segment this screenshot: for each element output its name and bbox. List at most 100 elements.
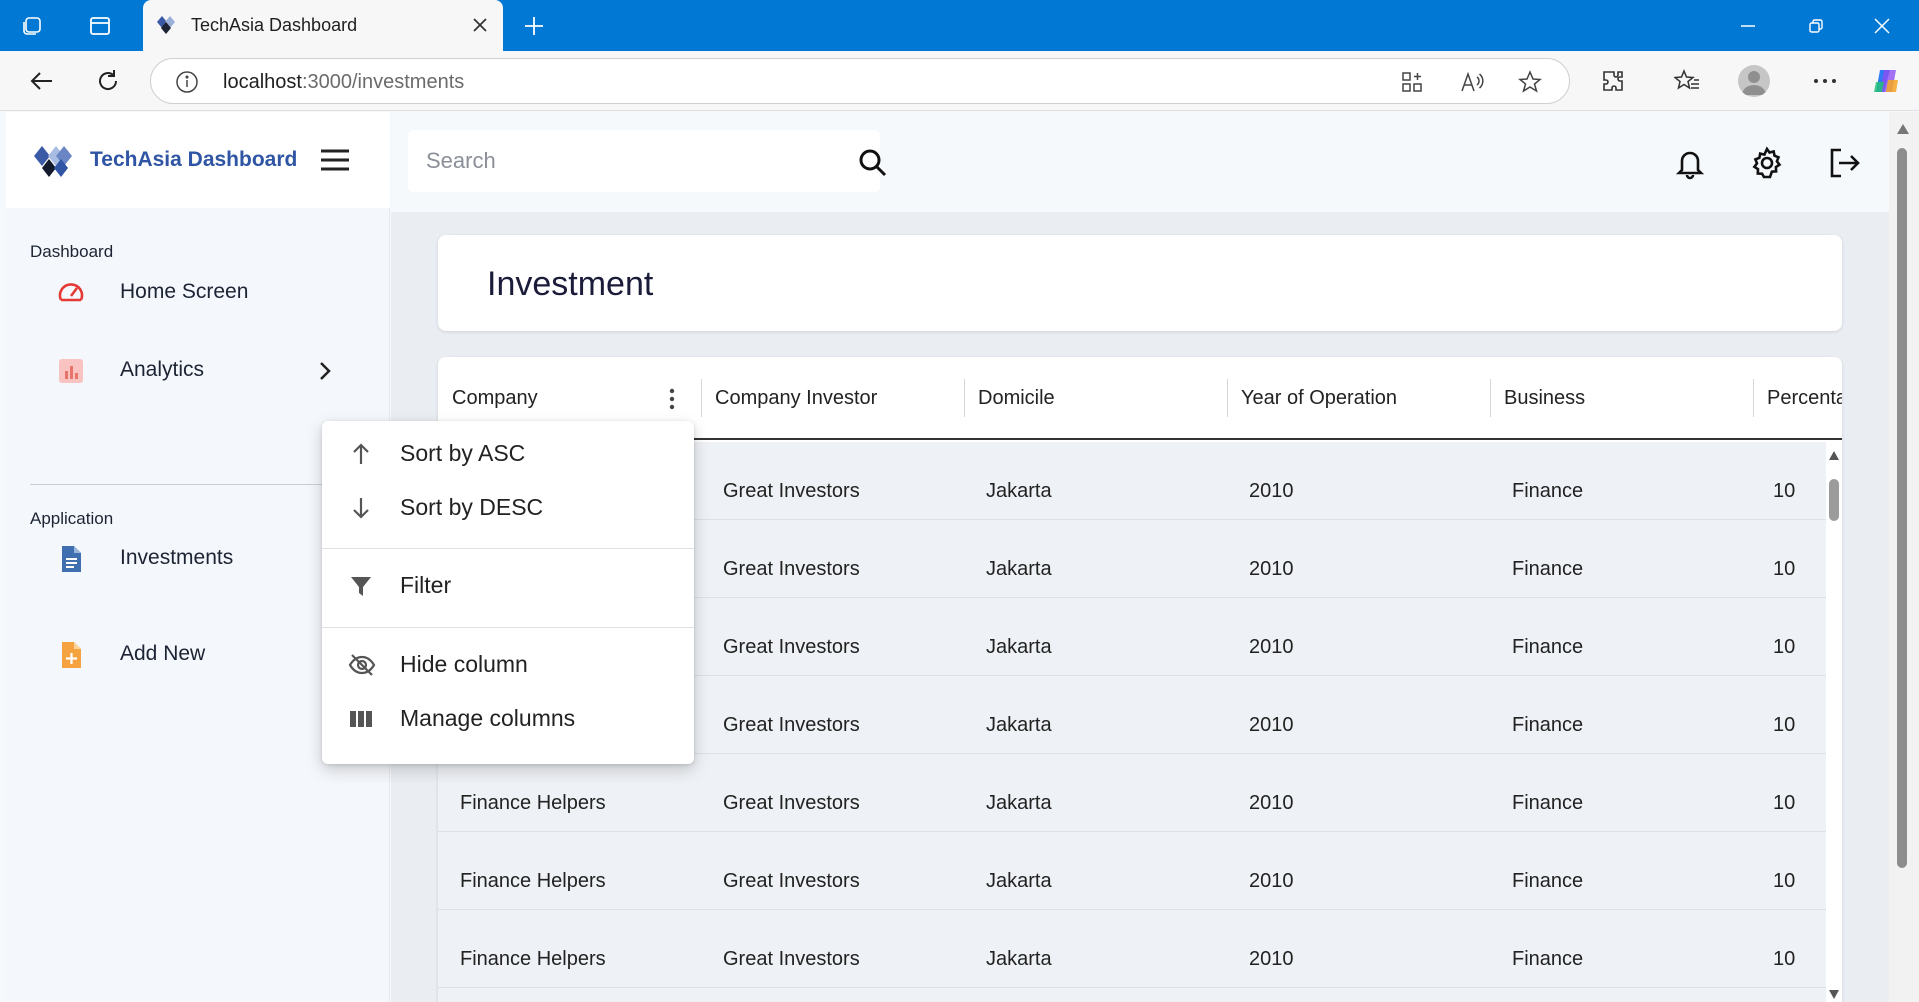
tab-actions-icon[interactable] <box>86 12 114 40</box>
column-separator[interactable] <box>1227 379 1228 417</box>
column-header-domicile[interactable]: Domicile <box>978 387 1055 410</box>
cell-business: Finance <box>1512 480 1584 502</box>
scroll-down-arrow-icon[interactable] <box>1828 987 1840 999</box>
profile-avatar[interactable] <box>1738 65 1770 97</box>
techasia-logo-icon <box>32 140 74 182</box>
column-header-business[interactable]: Business <box>1504 387 1585 410</box>
column-header-company-investor[interactable]: Company Investor <box>715 387 877 410</box>
table-row[interactable]: Finance Helpers Great Investors Jakarta … <box>438 832 1826 910</box>
arrow-down-icon <box>348 495 374 521</box>
cell-domicile: Jakarta <box>986 948 1052 970</box>
cell-year: 2010 <box>1249 714 1294 736</box>
menu-item-filter[interactable]: Filter <box>322 558 694 612</box>
cell-business: Finance <box>1512 636 1584 658</box>
favorites-icon[interactable] <box>1670 64 1704 98</box>
browser-titlebar: TechAsia Dashboard <box>0 0 1919 51</box>
workspaces-icon[interactable] <box>18 12 46 40</box>
cell-investor: Great Investors <box>723 558 860 580</box>
app-available-icon[interactable] <box>1399 69 1425 95</box>
cell-business: Finance <box>1512 870 1584 892</box>
sidebar-item-home[interactable]: Home Screen <box>36 262 356 322</box>
cell-investor: Great Investors <box>723 792 860 814</box>
sidebar-item-label: Home Screen <box>120 280 249 303</box>
browser-tab[interactable]: TechAsia Dashboard <box>143 0 503 51</box>
page-vertical-scrollbar[interactable] <box>1889 112 1919 1002</box>
site-info-icon[interactable] <box>175 70 199 94</box>
brand-header: TechAsia Dashboard <box>6 112 390 208</box>
grid-vertical-scrollbar[interactable] <box>1826 442 1842 1002</box>
settings-gear-icon[interactable] <box>1750 146 1784 180</box>
column-separator[interactable] <box>1490 379 1491 417</box>
favorite-star-icon[interactable] <box>1517 69 1543 95</box>
refresh-icon[interactable] <box>91 64 125 98</box>
close-tab-icon[interactable] <box>467 12 493 38</box>
cell-investor: Great Investors <box>723 480 860 502</box>
chevron-right-icon[interactable] <box>314 360 336 382</box>
menu-item-label: Manage columns <box>400 705 576 731</box>
more-options-icon[interactable] <box>1808 64 1842 98</box>
cell-year: 2010 <box>1249 636 1294 658</box>
page-scroll-up-icon[interactable] <box>1896 122 1910 134</box>
cell-year: 2010 <box>1249 870 1294 892</box>
cell-business: Finance <box>1512 558 1584 580</box>
column-header-percentage[interactable]: Percenta <box>1767 387 1842 410</box>
extensions-icon[interactable] <box>1596 64 1630 98</box>
close-window-icon[interactable] <box>1862 10 1902 42</box>
cell-business: Finance <box>1512 792 1584 814</box>
table-row[interactable]: Finance Helpers Great Investors Jakarta … <box>438 910 1826 988</box>
cell-year: 2010 <box>1249 558 1294 580</box>
table-row[interactable]: Finance Helpers Great Investors Jakarta … <box>438 754 1826 832</box>
restore-icon[interactable] <box>1796 10 1836 42</box>
search-input[interactable] <box>426 144 826 178</box>
cell-percent: 10 <box>1773 948 1796 970</box>
cell-year: 2010 <box>1249 480 1294 502</box>
copilot-icon[interactable] <box>1870 64 1904 98</box>
sidebar-item-add-new[interactable]: Add New <box>36 624 356 684</box>
read-aloud-icon[interactable] <box>1459 69 1485 95</box>
url-host: localhost <box>223 71 302 93</box>
cell-domicile: Jakarta <box>986 636 1052 658</box>
cell-percent: 10 <box>1773 558 1796 580</box>
menu-item-label: Hide column <box>400 651 528 677</box>
speedometer-icon <box>56 278 86 308</box>
chart-icon <box>56 356 86 386</box>
document-icon <box>56 544 86 574</box>
filter-funnel-icon <box>348 573 374 599</box>
cell-percent: 10 <box>1773 636 1796 658</box>
back-icon[interactable] <box>25 64 59 98</box>
scroll-up-arrow-icon[interactable] <box>1828 449 1840 461</box>
app-root: TechAsia Dashboard Dashboard Home Screen… <box>0 112 1919 1002</box>
column-header-year-of-operation[interactable]: Year of Operation <box>1241 387 1397 410</box>
page-title-card: Investment <box>438 235 1842 331</box>
menu-item-hide-column[interactable]: Hide column <box>322 637 694 691</box>
notification-bell-icon[interactable] <box>1673 146 1707 180</box>
menu-item-manage-columns[interactable]: Manage columns <box>322 691 694 745</box>
cell-year: 2010 <box>1249 792 1294 814</box>
menu-item-sort-desc[interactable]: Sort by DESC <box>322 480 694 534</box>
column-separator[interactable] <box>1753 379 1754 417</box>
sidebar-item-label: Add New <box>120 642 206 665</box>
cell-percent: 10 <box>1773 870 1796 892</box>
minimize-icon[interactable] <box>1728 10 1768 42</box>
menu-toggle-icon[interactable] <box>320 148 350 172</box>
grid-scroll-thumb[interactable] <box>1829 479 1839 521</box>
new-tab-icon[interactable] <box>520 12 548 40</box>
menu-item-sort-asc[interactable]: Sort by ASC <box>322 426 694 480</box>
logout-icon[interactable] <box>1827 146 1861 180</box>
column-menu-icon[interactable] <box>662 387 682 411</box>
sidebar-item-investments[interactable]: Investments <box>36 528 356 588</box>
cell-domicile: Jakarta <box>986 870 1052 892</box>
column-separator[interactable] <box>701 379 702 417</box>
cell-domicile: Jakarta <box>986 792 1052 814</box>
menu-divider <box>322 627 694 628</box>
column-separator[interactable] <box>964 379 965 417</box>
cell-investor: Great Investors <box>723 714 860 736</box>
url-path: :3000/investments <box>301 71 465 93</box>
page-scroll-thumb[interactable] <box>1897 148 1907 868</box>
column-header-company[interactable]: Company <box>452 387 538 410</box>
sidebar-item-analytics[interactable]: Analytics <box>36 340 356 400</box>
search-icon[interactable] <box>858 148 888 178</box>
search-box[interactable] <box>408 130 887 192</box>
cell-company: Finance Helpers <box>460 870 606 892</box>
address-bar[interactable]: localhost:3000/investments <box>150 58 1570 104</box>
